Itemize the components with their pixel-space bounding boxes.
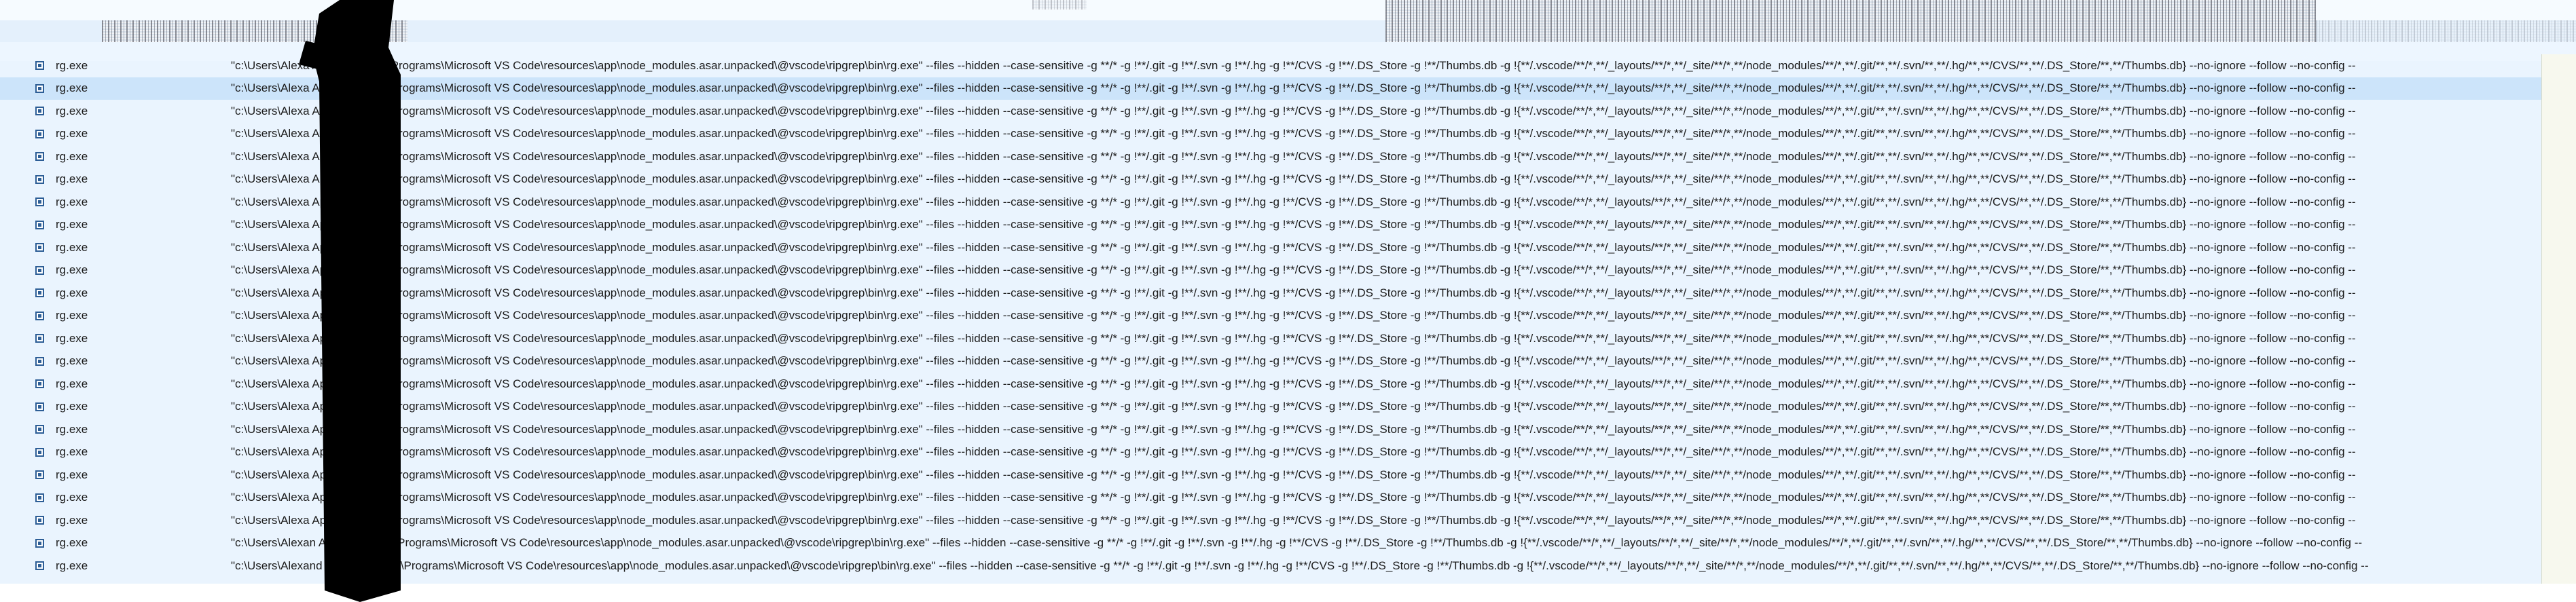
command-line: "c:\Users\Alexa AppData\Local\Programs\M… [231,468,2356,481]
command-line: "c:\Users\Alexa AppData\Local\Programs\M… [231,240,2356,254]
redaction-scribble [299,0,401,602]
process-name: rg.exe [56,263,88,277]
command-line: "c:\Users\Alexa AppData\Local\Programs\M… [231,286,2356,299]
process-name: rg.exe [56,127,88,140]
command-line: "c:\Users\Alexa AppData\Local\Programs\M… [231,172,2356,186]
process-name: rg.exe [56,491,88,504]
obscured-header-region-right [1385,0,2316,42]
process-name: rg.exe [56,195,88,208]
command-line: "c:\Users\Alexa AppData\Local\Programs\M… [231,263,2356,277]
application-window-icon [35,83,44,93]
command-line: "c:\Users\Alexan AppData\Local\Programs\… [231,536,2363,550]
application-window-icon [35,288,44,298]
process-name: rg.exe [56,149,88,163]
process-name: rg.exe [56,445,88,459]
command-line: "c:\Users\Alexa AppData\Local\Programs\M… [231,331,2356,345]
process-name: rg.exe [56,354,88,368]
obscured-header-region-far-right [2316,20,2576,42]
application-window-icon [35,447,44,457]
process-name: rg.exe [56,513,88,527]
obscured-title-fragment [1032,0,1087,10]
process-name: rg.exe [56,81,88,95]
command-line: "c:\Users\Alexa AppData\Local\Programs\M… [231,195,2356,208]
application-window-icon [35,129,44,138]
process-name: rg.exe [56,286,88,299]
application-window-icon [35,334,44,343]
process-name: rg.exe [56,559,88,572]
process-name: rg.exe [56,240,88,254]
application-window-icon [35,311,44,320]
command-line: "c:\Users\Alexa AppData\Local\Programs\M… [231,149,2356,163]
right-column-strip [2541,54,2576,584]
process-name: rg.exe [56,58,88,72]
application-window-icon [35,356,44,366]
application-window-icon [35,516,44,525]
application-window-icon [35,561,44,571]
process-name: rg.exe [56,218,88,231]
application-window-icon [35,538,44,548]
application-window-icon [35,425,44,434]
application-window-icon [35,197,44,207]
application-window-icon [35,61,44,71]
command-line: "c:\Users\Alexa AppData\Local\Programs\M… [231,58,2356,72]
process-name: rg.exe [56,172,88,186]
process-name: rg.exe [56,331,88,345]
application-window-icon [35,402,44,411]
application-window-icon [35,470,44,480]
process-name: rg.exe [56,377,88,390]
application-window-icon [35,379,44,389]
process-name: rg.exe [56,309,88,322]
command-line: "c:\Users\Alexa AppData\Local\Programs\M… [231,513,2356,527]
command-line: "c:\Users\Alexa AppData\Local\Programs\M… [231,422,2356,436]
command-line: "c:\Users\Alexa AppData\Local\Programs\M… [231,491,2356,504]
process-name: rg.exe [56,468,88,481]
process-name: rg.exe [56,400,88,413]
application-window-icon [35,107,44,116]
application-window-icon [35,152,44,162]
command-line: "c:\Users\Alexa AppData\Local\Programs\M… [231,354,2356,368]
command-line: "c:\Users\Alexa AppData\Local\Programs\M… [231,445,2356,459]
process-name: rg.exe [56,422,88,436]
command-line: "c:\Users\Alexa AppData\Local\Programs\M… [231,104,2356,117]
application-window-icon [35,243,44,252]
command-line: "c:\Users\Alexa AppData\Local\Programs\M… [231,400,2356,413]
command-line: "c:\Users\Alexa AppData\Local\Programs\M… [231,377,2356,390]
command-line: "c:\Users\Alexand AppData\Local\Programs… [231,559,2369,572]
application-window-icon [35,265,44,275]
application-window-icon [35,174,44,184]
application-window-icon [35,493,44,502]
command-line: "c:\Users\Alexa AppData\Local\Programs\M… [231,309,2356,322]
command-line: "c:\Users\Alexa AppData\Local\Programs\M… [231,81,2356,95]
command-line: "c:\Users\Alexa AppData\Local\Programs\M… [231,127,2356,140]
application-window-icon [35,220,44,229]
process-name: rg.exe [56,536,88,550]
command-line: "c:\Users\Alexa AppData\Local\Programs\M… [231,218,2356,231]
process-name: rg.exe [56,104,88,117]
